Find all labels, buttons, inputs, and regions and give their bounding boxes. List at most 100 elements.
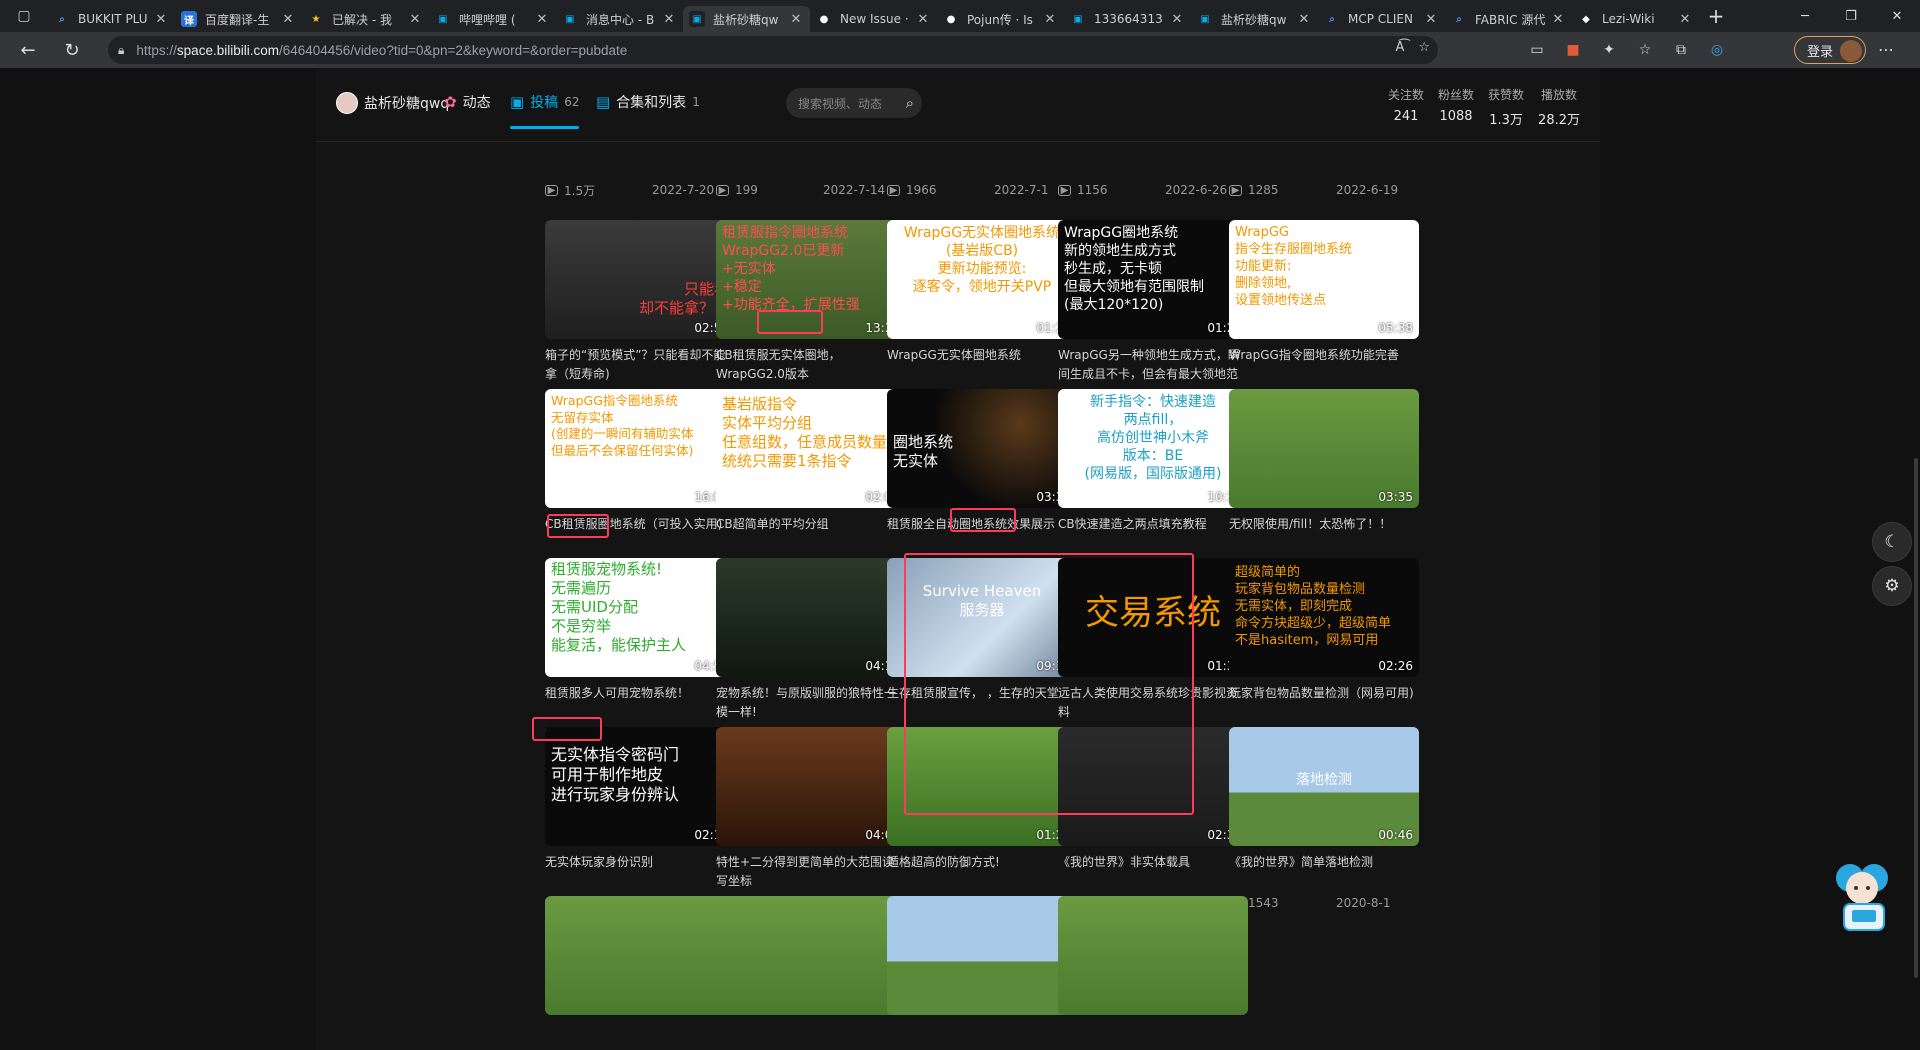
video-thumbnail[interactable]: WrapGG指令圈地系统 无留存实体 (创建的一瞬间有辅助实体 但最后不会保留任… — [545, 389, 735, 508]
address-bar[interactable]: 🔒︎ https://space.bilibili.com/646404456/… — [108, 36, 1438, 64]
video-thumbnail[interactable]: 超级简单的 玩家背包物品数量检测 无需实体，即刻完成 命令方块超级少，超级简单 … — [1229, 558, 1419, 677]
video-title[interactable]: 特性+二分得到更简单的大范围读写坐标 — [716, 853, 906, 891]
video-title[interactable]: CB超简单的平均分组 — [716, 515, 906, 553]
back-button[interactable]: ← — [10, 32, 46, 68]
settings-icon[interactable]: ⚙ — [1872, 566, 1912, 606]
browser-tab[interactable]: ▣ 盐析砂糖qw ✕ — [683, 6, 810, 32]
space-search-input[interactable]: 搜索视频、动态 ⌕ — [786, 88, 922, 118]
edge-browser-icon[interactable]: ◎ — [1706, 39, 1728, 61]
video-title[interactable]: WrapGG指令圈地系统功能完善 — [1229, 346, 1419, 384]
mascot-icon[interactable] — [1828, 858, 1898, 938]
video-thumbnail[interactable] — [887, 896, 1077, 1015]
extension-red-icon[interactable]: ■ — [1562, 39, 1584, 61]
video-thumbnail[interactable]: WrapGG圈地系统 新的领地生成方式 秒生成，无卡顿 但最大领地有范围限制 (… — [1058, 220, 1248, 339]
browser-tab[interactable]: ◆ Lezi-Wiki ✕ — [1572, 6, 1699, 32]
more-menu-icon[interactable]: ⋯ — [1878, 40, 1894, 59]
browser-tab[interactable]: ⌕ MCP CLIEN ✕ — [1318, 6, 1445, 32]
stat-item[interactable]: 关注数 241 — [1388, 86, 1424, 128]
video-card[interactable]: 无实体指令密码门 可用于制作地皮 进行玩家身份辨认02:16无实体玩家身份识别▶… — [545, 727, 735, 912]
close-icon[interactable]: ✕ — [915, 12, 931, 27]
video-title[interactable]: 箱子的“预览模式”？只能看却不能拿（短寿命) — [545, 346, 735, 384]
browser-tab[interactable]: ★ 已解决 - 我 ✕ — [302, 6, 429, 32]
video-thumbnail[interactable]: 圈地系统 无实体 03:33 — [887, 389, 1077, 508]
video-thumbnail[interactable]: 新手指令：快速建造 两点fill， 高仿创世神小木斧 版本：BE (网易版，国际… — [1058, 389, 1248, 508]
username[interactable]: 盐析砂糖qwq — [364, 93, 449, 113]
video-thumbnail[interactable]: 租赁服宠物系统! 无需遍历 无需UID分配 不是穷举 能复活，能保护主人 04:5… — [545, 558, 735, 677]
video-card[interactable]: 落地检测00:46《我的世界》简单落地检测▶15432020-8-1 — [1229, 727, 1419, 912]
video-card[interactable]: WrapGG圈地系统 新的领地生成方式 秒生成，无卡顿 但最大领地有范围限制 (… — [1058, 220, 1248, 405]
close-icon[interactable]: ✕ — [1042, 12, 1058, 27]
close-icon[interactable]: ✕ — [1550, 12, 1566, 27]
lock-icon[interactable]: 🔒︎ — [118, 43, 124, 58]
video-card[interactable]: 04:19宠物系统！与原版驯服的狼特性一模一样!▶8842022-5-2 — [716, 558, 906, 743]
browser-tab[interactable]: ● New Issue · ✕ — [810, 6, 937, 32]
video-title[interactable]: WrapGG另一种领地生成方式，瞬间生成且不卡，但会有最大领地范 — [1058, 346, 1248, 384]
browser-tab[interactable]: ▣ 哔哩哔哩 (✕ — [429, 6, 556, 32]
video-thumbnail[interactable] — [716, 896, 906, 1015]
video-card[interactable]: WrapGG无实体圈地系统 (基岩版CB) 更新功能预览: 逐客令，领地开关PV… — [887, 220, 1077, 405]
browser-tab[interactable]: ⌕ FABRIC 源代 ✕ — [1445, 6, 1572, 32]
video-thumbnail[interactable]: WrapGG 指令生存服圈地系统 功能更新: 删除领地, 设置领地传送点 05:3… — [1229, 220, 1419, 339]
video-card[interactable]: 租赁服宠物系统! 无需遍历 无需UID分配 不是穷举 能复活，能保护主人 04:5… — [545, 558, 735, 743]
close-icon[interactable]: ✕ — [1423, 12, 1439, 27]
collections-icon[interactable]: ⧉ — [1670, 39, 1692, 61]
avatar[interactable] — [336, 92, 358, 114]
close-icon[interactable]: ✕ — [280, 12, 296, 27]
moon-icon[interactable]: ☾ — [1872, 522, 1912, 562]
close-icon[interactable]: ✕ — [534, 12, 550, 27]
video-card[interactable]: 新手指令：快速建造 两点fill， 高仿创世神小木斧 版本：BE (网易版，国际… — [1058, 389, 1248, 574]
video-title[interactable]: 无权限使用/fill！太恐怖了！！ — [1229, 515, 1419, 553]
video-card-partial[interactable]: ▶ 1156 2022-6-26 — [1058, 181, 1248, 199]
extensions-icon[interactable]: ✦ — [1598, 39, 1620, 61]
video-card-partial[interactable] — [716, 896, 906, 1015]
video-thumbnail[interactable] — [545, 896, 735, 1015]
browser-tab[interactable]: ▣ 133664313 ✕ — [1064, 6, 1191, 32]
video-thumbnail[interactable] — [1058, 896, 1248, 1015]
video-card-partial[interactable]: ▶ 1966 2022-7-1 — [887, 181, 1077, 199]
scrollbar[interactable] — [1914, 458, 1918, 978]
login-button[interactable]: 登录 — [1794, 36, 1866, 64]
browser-tab[interactable]: ▣ 盐析砂糖qw ✕ — [1191, 6, 1318, 32]
video-card-partial[interactable] — [545, 896, 735, 1015]
browser-tab[interactable]: ⌕ BUKKIT PLU ✕ — [48, 6, 175, 32]
extension-screen-icon[interactable]: ▭ — [1526, 39, 1548, 61]
close-icon[interactable]: ✕ — [1169, 12, 1185, 27]
favorite-add-icon[interactable]: ☆ — [1418, 40, 1430, 55]
video-title[interactable]: CB租赁服无实体圈地，WrapGG2.0版本 — [716, 346, 906, 384]
video-title[interactable]: 玩家背包物品数量检测（网易可用) — [1229, 684, 1419, 722]
video-thumbnail[interactable]: 04:02 — [716, 727, 906, 846]
video-thumbnail[interactable]: 基岩版指令 实体平均分组 任意组数，任意成员数量 统统只需要1条指令 02:00 — [716, 389, 906, 508]
stat-item[interactable]: 播放数 28.2万 — [1538, 86, 1580, 128]
read-aloud-icon[interactable]: A͡ — [1395, 40, 1404, 55]
tab-collection[interactable]: ▤ 合集和列表 1 — [596, 92, 700, 112]
browser-tab[interactable]: 译百度翻译-生 ✕ — [175, 6, 302, 32]
browser-tab[interactable]: ▣ 消息中心 - B ✕ — [556, 6, 683, 32]
video-card[interactable]: WrapGG指令圈地系统 无留存实体 (创建的一瞬间有辅助实体 但最后不会保留任… — [545, 389, 735, 574]
close-icon[interactable]: ✕ — [1296, 12, 1312, 27]
close-icon[interactable]: ✕ — [153, 12, 169, 27]
favorites-icon[interactable]: ☆ — [1634, 39, 1656, 61]
video-thumbnail[interactable]: 无实体指令密码门 可用于制作地皮 进行玩家身份辨认 02:16 — [545, 727, 735, 846]
video-title[interactable]: 宠物系统！与原版驯服的狼特性一模一样! — [716, 684, 906, 722]
video-card-partial[interactable] — [1058, 896, 1248, 1015]
video-card[interactable]: 04:02特性+二分得到更简单的大范围读写坐标▶3822022-3-20 — [716, 727, 906, 912]
stat-item[interactable]: 获赞数 1.3万 — [1488, 86, 1524, 128]
refresh-button[interactable]: ↻ — [54, 32, 90, 68]
close-icon[interactable]: ✕ — [661, 12, 677, 27]
video-thumbnail[interactable]: 只能看 却不能拿？！ 02:53 — [545, 220, 735, 339]
video-card[interactable]: 圈地系统 无实体03:33租赁服全自动圈地系统效果展示▶14872022-5-1… — [887, 389, 1077, 574]
new-tab-button[interactable]: + — [1699, 0, 1733, 32]
video-card-partial[interactable]: ▶ 1285 2022-6-19 — [1229, 181, 1419, 199]
video-title[interactable]: CB快速建造之两点填充教程 — [1058, 515, 1248, 553]
minimize-button[interactable]: ─ — [1782, 0, 1828, 32]
video-card[interactable]: WrapGG 指令生存服圈地系统 功能更新: 删除领地, 设置领地传送点 05:3… — [1229, 220, 1419, 405]
uploader-name[interactable]: 盐析砂糖qwq — [336, 92, 449, 114]
video-title[interactable]: 《我的世界》非实体载具 — [1058, 853, 1248, 891]
close-icon[interactable]: ✕ — [788, 12, 804, 27]
video-thumbnail[interactable]: 落地检测 00:46 — [1229, 727, 1419, 846]
close-icon[interactable]: ✕ — [1677, 12, 1693, 27]
video-card[interactable]: 基岩版指令 实体平均分组 任意组数，任意成员数量 统统只需要1条指令 02:00 C… — [716, 389, 906, 574]
tab-actions-icon[interactable]: ▢ — [0, 0, 48, 32]
video-title[interactable]: 无实体玩家身份识别 — [545, 853, 735, 891]
tab-dynamic[interactable]: ✿ 动态 — [444, 92, 491, 112]
